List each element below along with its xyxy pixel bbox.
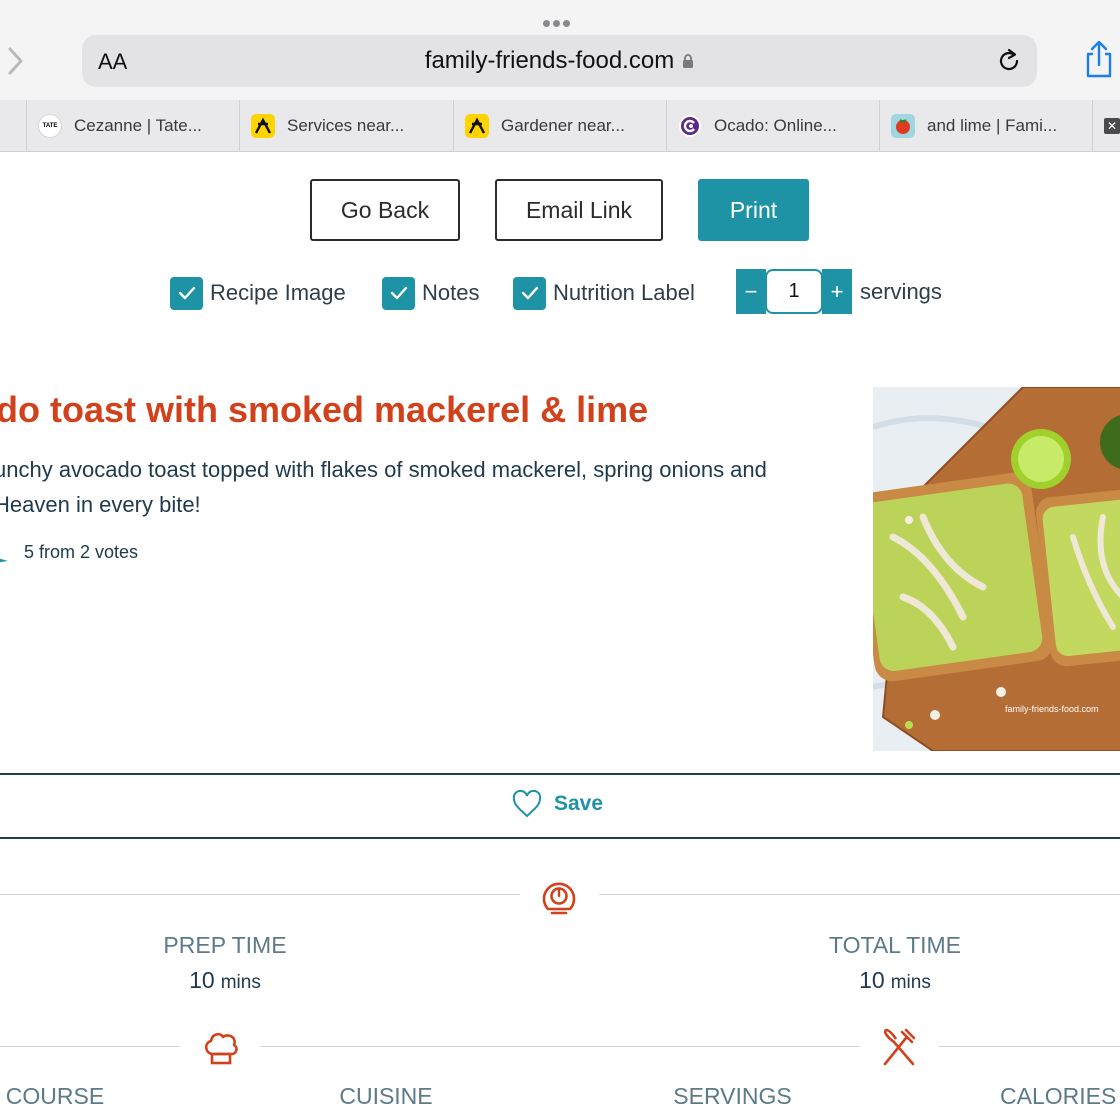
option-nutrition-label[interactable]: Nutrition Label xyxy=(513,276,695,310)
recipe-image: family-friends-food.com xyxy=(873,387,1120,751)
total-time-number: 10 xyxy=(859,967,885,993)
reload-icon[interactable] xyxy=(995,47,1023,75)
chef-hat-icon xyxy=(204,1032,238,1065)
summary-line: Heaven in every bite! xyxy=(0,492,201,517)
total-time-label: TOTAL TIME xyxy=(828,932,962,958)
tab-label: and lime | Fami... xyxy=(927,116,1058,135)
cuisine-label: CUISINE xyxy=(339,1083,433,1109)
divider xyxy=(0,837,1120,839)
prep-time-label: PREP TIME xyxy=(163,932,287,958)
tab-label: Cezanne | Tate... xyxy=(74,116,202,135)
yell-favicon-icon xyxy=(465,114,489,138)
option-label: Recipe Image xyxy=(210,280,346,305)
save-label: Save xyxy=(554,792,604,815)
calories-label: CALORIES xyxy=(1000,1083,1117,1109)
multitask-dots[interactable] xyxy=(543,14,577,27)
star-icon xyxy=(0,558,8,562)
tate-favicon-icon: TATE xyxy=(38,114,62,138)
total-time-value: 10 mins xyxy=(795,967,995,994)
url-text: family-friends-food.com xyxy=(424,47,675,74)
decrease-servings-button[interactable]: − xyxy=(736,269,766,314)
url-display[interactable]: family-friends-food.com xyxy=(82,47,1037,75)
option-notes[interactable]: Notes xyxy=(382,276,479,310)
address-bar[interactable]: AA family-friends-food.com xyxy=(82,35,1037,87)
tab-bar: TATE Cezanne | Tate... Services near... … xyxy=(0,100,1120,152)
yell-favicon-icon xyxy=(251,114,275,138)
heart-icon xyxy=(512,790,542,818)
tab-label: Services near... xyxy=(287,116,405,135)
tab-ocado[interactable]: Ocado: Online... xyxy=(667,100,880,151)
tab-label: Ocado: Online... xyxy=(714,116,837,135)
image-watermark: family-friends-food.com xyxy=(1005,704,1099,714)
save-button[interactable]: Save xyxy=(512,790,603,818)
increase-servings-button[interactable]: + xyxy=(822,269,852,314)
divider xyxy=(0,1046,180,1047)
tab-services[interactable]: Services near... xyxy=(240,100,454,151)
prep-time-value: 10 mins xyxy=(125,967,325,994)
servings-input[interactable]: 1 xyxy=(765,269,823,314)
browser-toolbar: AA family-friends-food.com xyxy=(0,0,1120,100)
course-label: COURSE xyxy=(5,1083,105,1109)
lock-icon xyxy=(683,54,694,68)
prep-time-number: 10 xyxy=(189,967,215,993)
divider xyxy=(260,1046,860,1047)
recipe-rating: 5 from 2 votes xyxy=(0,542,138,563)
option-recipe-image[interactable]: Recipe Image xyxy=(170,276,346,310)
email-link-button[interactable]: Email Link xyxy=(495,179,663,241)
tab-gardener[interactable]: Gardener near... xyxy=(454,100,667,151)
option-label: Notes xyxy=(422,280,480,305)
fork-knife-icon xyxy=(883,1028,916,1066)
rating-text: 5 from 2 votes xyxy=(24,542,139,562)
share-icon[interactable] xyxy=(1082,40,1116,80)
tab-label: Gardener near... xyxy=(501,116,625,135)
option-label: Nutrition Label xyxy=(553,280,695,305)
print-button[interactable]: Print xyxy=(698,179,809,241)
servings-label: servings xyxy=(860,279,942,304)
checkbox-checked-icon[interactable] xyxy=(382,276,415,310)
checkbox-checked-icon[interactable] xyxy=(513,276,546,310)
divider xyxy=(599,894,1120,895)
tab-family-friends-food[interactable]: and lime | Fami... xyxy=(880,100,1093,151)
ocado-favicon-icon xyxy=(679,115,701,137)
total-time-unit: mins xyxy=(890,972,931,993)
timer-icon xyxy=(542,882,576,915)
go-back-button[interactable]: Go Back xyxy=(310,179,460,241)
summary-line: unchy avocado toast topped with flakes o… xyxy=(0,457,767,482)
recipe-summary: unchy avocado toast topped with flakes o… xyxy=(0,452,854,522)
tomato-favicon-icon xyxy=(891,114,915,138)
prep-time-unit: mins xyxy=(220,972,261,993)
servings-detail-label: SERVINGS xyxy=(673,1083,792,1109)
servings-stepper: − 1 + xyxy=(736,269,852,314)
tab-tate[interactable]: TATE Cezanne | Tate... xyxy=(27,100,240,151)
divider xyxy=(0,894,520,895)
recipe-title: do toast with smoked mackerel & lime xyxy=(0,389,649,430)
checkbox-checked-icon[interactable] xyxy=(170,276,203,310)
forward-icon[interactable] xyxy=(4,44,26,78)
close-tab-icon[interactable]: ✕ xyxy=(1104,118,1120,134)
divider xyxy=(0,773,1120,775)
tab-partial[interactable] xyxy=(0,100,27,151)
divider xyxy=(938,1046,1120,1047)
